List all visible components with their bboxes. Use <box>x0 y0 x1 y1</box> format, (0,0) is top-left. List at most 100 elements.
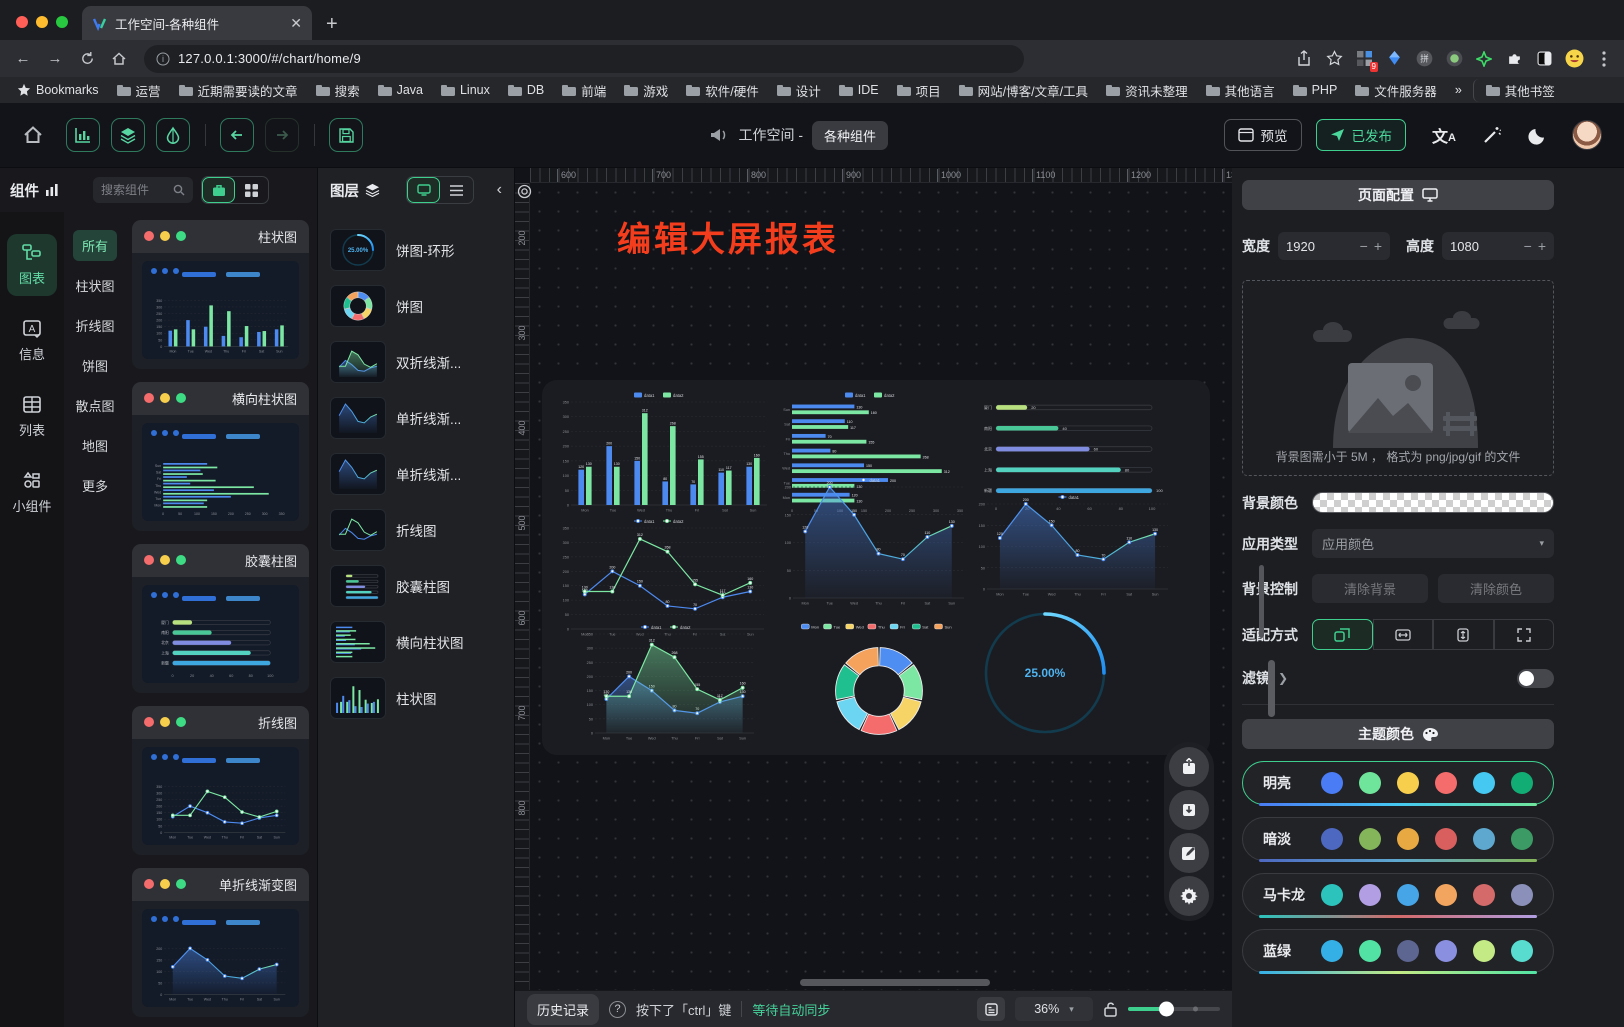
collapse-panel-icon[interactable]: ‹ <box>493 181 506 199</box>
browser-reload-button[interactable] <box>74 46 100 72</box>
filter-mode-button[interactable] <box>156 118 190 152</box>
help-icon[interactable]: ? <box>609 1001 626 1018</box>
window-zoom-button[interactable] <box>56 16 68 28</box>
theme-row-蓝绿[interactable]: 蓝绿 <box>1242 929 1554 973</box>
browser-tab[interactable]: 工作空间-各种组件 ✕ <box>82 6 312 40</box>
layer-thumbnail-toggle[interactable] <box>407 177 440 203</box>
component-card-横向柱状图[interactable]: 横向柱状图MonTueWedThuFriSatSun05010015020025… <box>132 382 309 531</box>
bookmarks-manager[interactable]: Bookmarks <box>10 81 106 99</box>
layer-item-单折线渐[interactable]: 单折线渐... <box>326 390 506 446</box>
bookmarks-overflow-icon[interactable]: » <box>1448 81 1469 99</box>
bookmark-folder[interactable]: PHP <box>1286 81 1345 99</box>
extension-circle2-icon[interactable] <box>1444 49 1464 69</box>
canvas-chart-单折线渐变面积图[interactable]: data1050100150200MonTueWedThuFriSatSun12… <box>972 492 1174 598</box>
decrement-icon[interactable]: − <box>1524 238 1532 254</box>
preview-button[interactable]: 预览 <box>1224 119 1302 151</box>
tab-close-icon[interactable]: ✕ <box>290 15 302 32</box>
bookmark-folder[interactable]: 文件服务器 <box>1348 79 1444 102</box>
theme-row-马卡龙[interactable]: 马卡龙 <box>1242 873 1554 917</box>
theme-row-暗淡[interactable]: 暗淡 <box>1242 817 1554 861</box>
download-button[interactable] <box>1169 790 1209 830</box>
layer-item-饼图[interactable]: 饼图 <box>326 278 506 334</box>
browser-home-button[interactable] <box>106 46 132 72</box>
layer-item-折线图[interactable]: 折线图 <box>326 502 506 558</box>
category-所有[interactable]: 所有 <box>73 230 117 261</box>
category-更多[interactable]: 更多 <box>73 470 117 501</box>
increment-icon[interactable]: + <box>1374 238 1382 254</box>
chart-mode-button[interactable] <box>66 118 100 152</box>
width-input[interactable]: 1920−+ <box>1278 232 1390 260</box>
window-close-button[interactable] <box>16 16 28 28</box>
bookmark-folder[interactable]: 设计 <box>770 79 828 102</box>
category-折线图[interactable]: 折线图 <box>66 310 123 341</box>
nav-item-list[interactable]: 列表 <box>7 386 57 448</box>
save-button[interactable] <box>329 118 363 152</box>
zoom-slider[interactable] <box>1128 1007 1220 1011</box>
settings-gear-icon[interactable] <box>1169 876 1209 916</box>
extension-contrast-icon[interactable] <box>1534 49 1554 69</box>
browser-forward-button[interactable]: → <box>42 46 68 72</box>
fit-full-button[interactable] <box>1494 619 1555 650</box>
canvas-chart-双折线渐变图[interactable]: data1data2050100150200250300350MonTueWed… <box>580 622 760 742</box>
bookmark-folder[interactable]: 网站/博客/文章/工具 <box>952 79 1095 102</box>
nav-item-charts[interactable]: 图表 <box>7 234 57 296</box>
layers-mode-button[interactable] <box>111 118 145 152</box>
dashboard-title-text[interactable]: 编辑大屏报表 <box>617 212 839 261</box>
url-bar[interactable]: i 127.0.0.1:3000/#/chart/home/9 <box>144 45 1024 73</box>
canvas-area[interactable]: 6007008009001000110012001300 20030040050… <box>515 168 1232 1027</box>
category-饼图[interactable]: 饼图 <box>73 350 117 381</box>
component-search[interactable] <box>93 177 193 203</box>
category-散点图[interactable]: 散点图 <box>66 390 123 421</box>
bookmark-folder[interactable]: 软件/硬件 <box>679 79 765 102</box>
profile-avatar-icon[interactable] <box>1564 49 1584 69</box>
horizontal-scrollbar[interactable] <box>800 979 990 986</box>
layer-item-单折线渐[interactable]: 单折线渐... <box>326 446 506 502</box>
bookmark-folder[interactable]: 游戏 <box>617 79 675 102</box>
magic-wand-icon[interactable] <box>1482 125 1502 145</box>
component-card-胶囊柱图[interactable]: 胶囊柱图厦门南阳北京上海新疆020406080100 <box>132 544 309 693</box>
bg-color-swatch[interactable] <box>1312 492 1554 513</box>
nav-item-info[interactable]: A 信息 <box>7 310 57 372</box>
layer-item-胶囊柱图[interactable]: 胶囊柱图 <box>326 558 506 614</box>
panel-scrollbar[interactable] <box>1268 660 1275 717</box>
new-tab-button[interactable]: + <box>326 14 338 34</box>
fit-height-button[interactable] <box>1433 619 1494 650</box>
undo-button[interactable] <box>220 118 254 152</box>
other-bookmarks[interactable]: 其他书签 <box>1473 79 1562 102</box>
bookmark-folder[interactable]: 资讯未整理 <box>1099 79 1195 102</box>
bookmark-folder[interactable]: 其他语言 <box>1199 79 1282 102</box>
extension-star-icon[interactable] <box>1474 49 1494 69</box>
decrement-icon[interactable]: − <box>1360 238 1368 254</box>
window-minimize-button[interactable] <box>36 16 48 28</box>
layer-item-饼图-环形[interactable]: 25.00%饼图-环形 <box>326 222 506 278</box>
language-icon[interactable]: 文A <box>1432 123 1456 147</box>
clear-background-button[interactable]: 清除背景 <box>1312 574 1428 603</box>
home-icon[interactable] <box>22 124 44 146</box>
user-avatar[interactable] <box>1572 120 1602 150</box>
bookmark-folder[interactable]: IDE <box>832 81 886 99</box>
bookmark-folder[interactable]: 近期需要读的文章 <box>172 79 305 102</box>
redo-button[interactable] <box>265 118 299 152</box>
bookmark-star-icon[interactable] <box>1324 49 1344 69</box>
extension-kite-icon[interactable] <box>1384 49 1404 69</box>
bookmark-folder[interactable]: 前端 <box>555 79 613 102</box>
nav-item-widgets[interactable]: 小组件 <box>7 462 57 524</box>
publish-button[interactable]: 已发布 <box>1316 119 1407 151</box>
component-card-柱状图[interactable]: 柱状图050100150200250300350MonTueWedThuFriS… <box>132 220 309 369</box>
canvas-chart-柱状图[interactable]: data1data2050100150200250300350120130Mon… <box>556 390 770 514</box>
lock-icon[interactable] <box>1103 1001 1118 1017</box>
bookmark-folder[interactable]: Linux <box>434 81 497 99</box>
fit-width-button[interactable] <box>1373 619 1434 650</box>
panel-scrollbar[interactable] <box>1259 565 1264 638</box>
component-card-折线图[interactable]: 折线图050100150200250300350MonTueWedThuFriS… <box>132 706 309 855</box>
category-地图[interactable]: 地图 <box>73 430 117 461</box>
bookmark-folder[interactable]: 运营 <box>110 79 168 102</box>
canvas-chart-单折线渐变图[interactable]: data1050100150200MonTueWedThuFriSatSun12… <box>778 475 970 607</box>
category-柱状图[interactable]: 柱状图 <box>66 270 123 301</box>
height-input[interactable]: 1080−+ <box>1442 232 1554 260</box>
browser-back-button[interactable]: ← <box>10 46 36 72</box>
bookmark-folder[interactable]: 项目 <box>890 79 948 102</box>
canvas-chart-饼图-环形[interactable]: 25.00% <box>978 606 1112 740</box>
app-type-select[interactable]: 应用颜色▾ <box>1312 529 1554 558</box>
search-input[interactable] <box>101 183 169 197</box>
